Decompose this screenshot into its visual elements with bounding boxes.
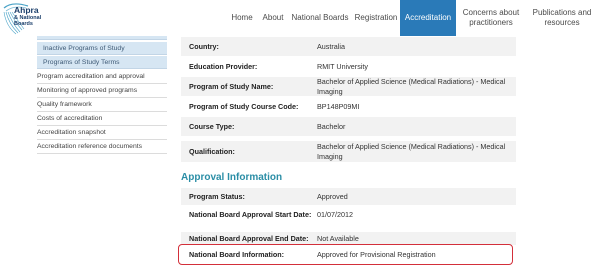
sidebar-subitem-inactive-programs[interactable]: Inactive Programs of Study [37, 42, 167, 55]
row-label-country: Country: [189, 41, 219, 51]
nav-publications-and-resources[interactable]: Publications and resources [530, 0, 594, 36]
logo-sub2: Boards [14, 21, 33, 27]
highlight-box [178, 244, 513, 265]
sidebar-item-costs[interactable]: Costs of accreditation [37, 112, 167, 126]
table-row: Program of Study Course Code: BP148P09MI [181, 97, 516, 117]
sidebar-item-snapshot[interactable]: Accreditation snapshot [37, 126, 167, 140]
nav-home[interactable]: Home [226, 0, 258, 36]
sidebar-item-monitoring[interactable]: Monitoring of approved programs [37, 84, 167, 98]
row-value-country: Australia [317, 41, 345, 51]
row-label-approval-start: National Board Approval Start Date: [189, 210, 312, 219]
row-label-education-provider: Education Provider: [189, 61, 258, 71]
nav-national-boards[interactable]: National Boards [288, 0, 352, 36]
row-value-education-provider: RMIT University [317, 61, 368, 71]
row-value-approval-start: 01/07/2012 [317, 210, 353, 219]
table-row: National Board Approval Start Date: 01/0… [181, 206, 516, 232]
nav-concerns-about-practitioners[interactable]: Concerns about practitioners [460, 0, 522, 36]
row-label-course-type: Course Type: [189, 121, 235, 131]
row-label-qualification: Qualification: [189, 146, 235, 156]
nav-registration[interactable]: Registration [352, 0, 400, 36]
table-row: Qualification: Bachelor of Applied Scien… [181, 141, 516, 163]
row-value-program-name: Bachelor of Applied Science (Medical Rad… [317, 76, 506, 96]
nav-about[interactable]: About [258, 0, 288, 36]
row-value-program-status: Approved [317, 191, 348, 201]
row-label-course-code: Program of Study Course Code: [189, 101, 299, 111]
approval-section-title: Approval Information [181, 172, 283, 183]
sidebar-item-program-accreditation[interactable]: Program accreditation and approval [37, 70, 167, 84]
table-row: Program of Study Name: Bachelor of Appli… [181, 77, 516, 97]
table-row: Course Type: Bachelor [181, 117, 516, 137]
sidebar-subitem-programs-terms[interactable]: Programs of Study Terms [37, 56, 167, 69]
table-row: Education Provider: RMIT University [181, 57, 516, 77]
sidebar-cut-item[interactable] [37, 36, 167, 40]
table-row: Country: Australia [181, 37, 516, 57]
logo-name: Ahpra [14, 5, 39, 15]
site-header: Ahpra & National Boards Home About Natio… [0, 0, 600, 36]
row-label-program-status: Program Status: [189, 191, 245, 201]
sidebar-item-quality-framework[interactable]: Quality framework [37, 98, 167, 112]
nav-accreditation[interactable]: Accreditation [400, 0, 456, 36]
row-label-program-name: Program of Study Name: [189, 81, 274, 91]
logo-text: Ahpra & National Boards [14, 5, 41, 28]
ahpra-logo[interactable]: Ahpra & National Boards [2, 2, 72, 36]
table-row: Program Status: Approved [181, 188, 516, 206]
sidebar-item-reference-docs[interactable]: Accreditation reference documents [37, 140, 167, 154]
row-value-course-code: BP148P09MI [317, 101, 360, 111]
row-value-course-type: Bachelor [317, 121, 346, 131]
row-value-qualification: Bachelor of Applied Science (Medical Rad… [317, 141, 506, 161]
